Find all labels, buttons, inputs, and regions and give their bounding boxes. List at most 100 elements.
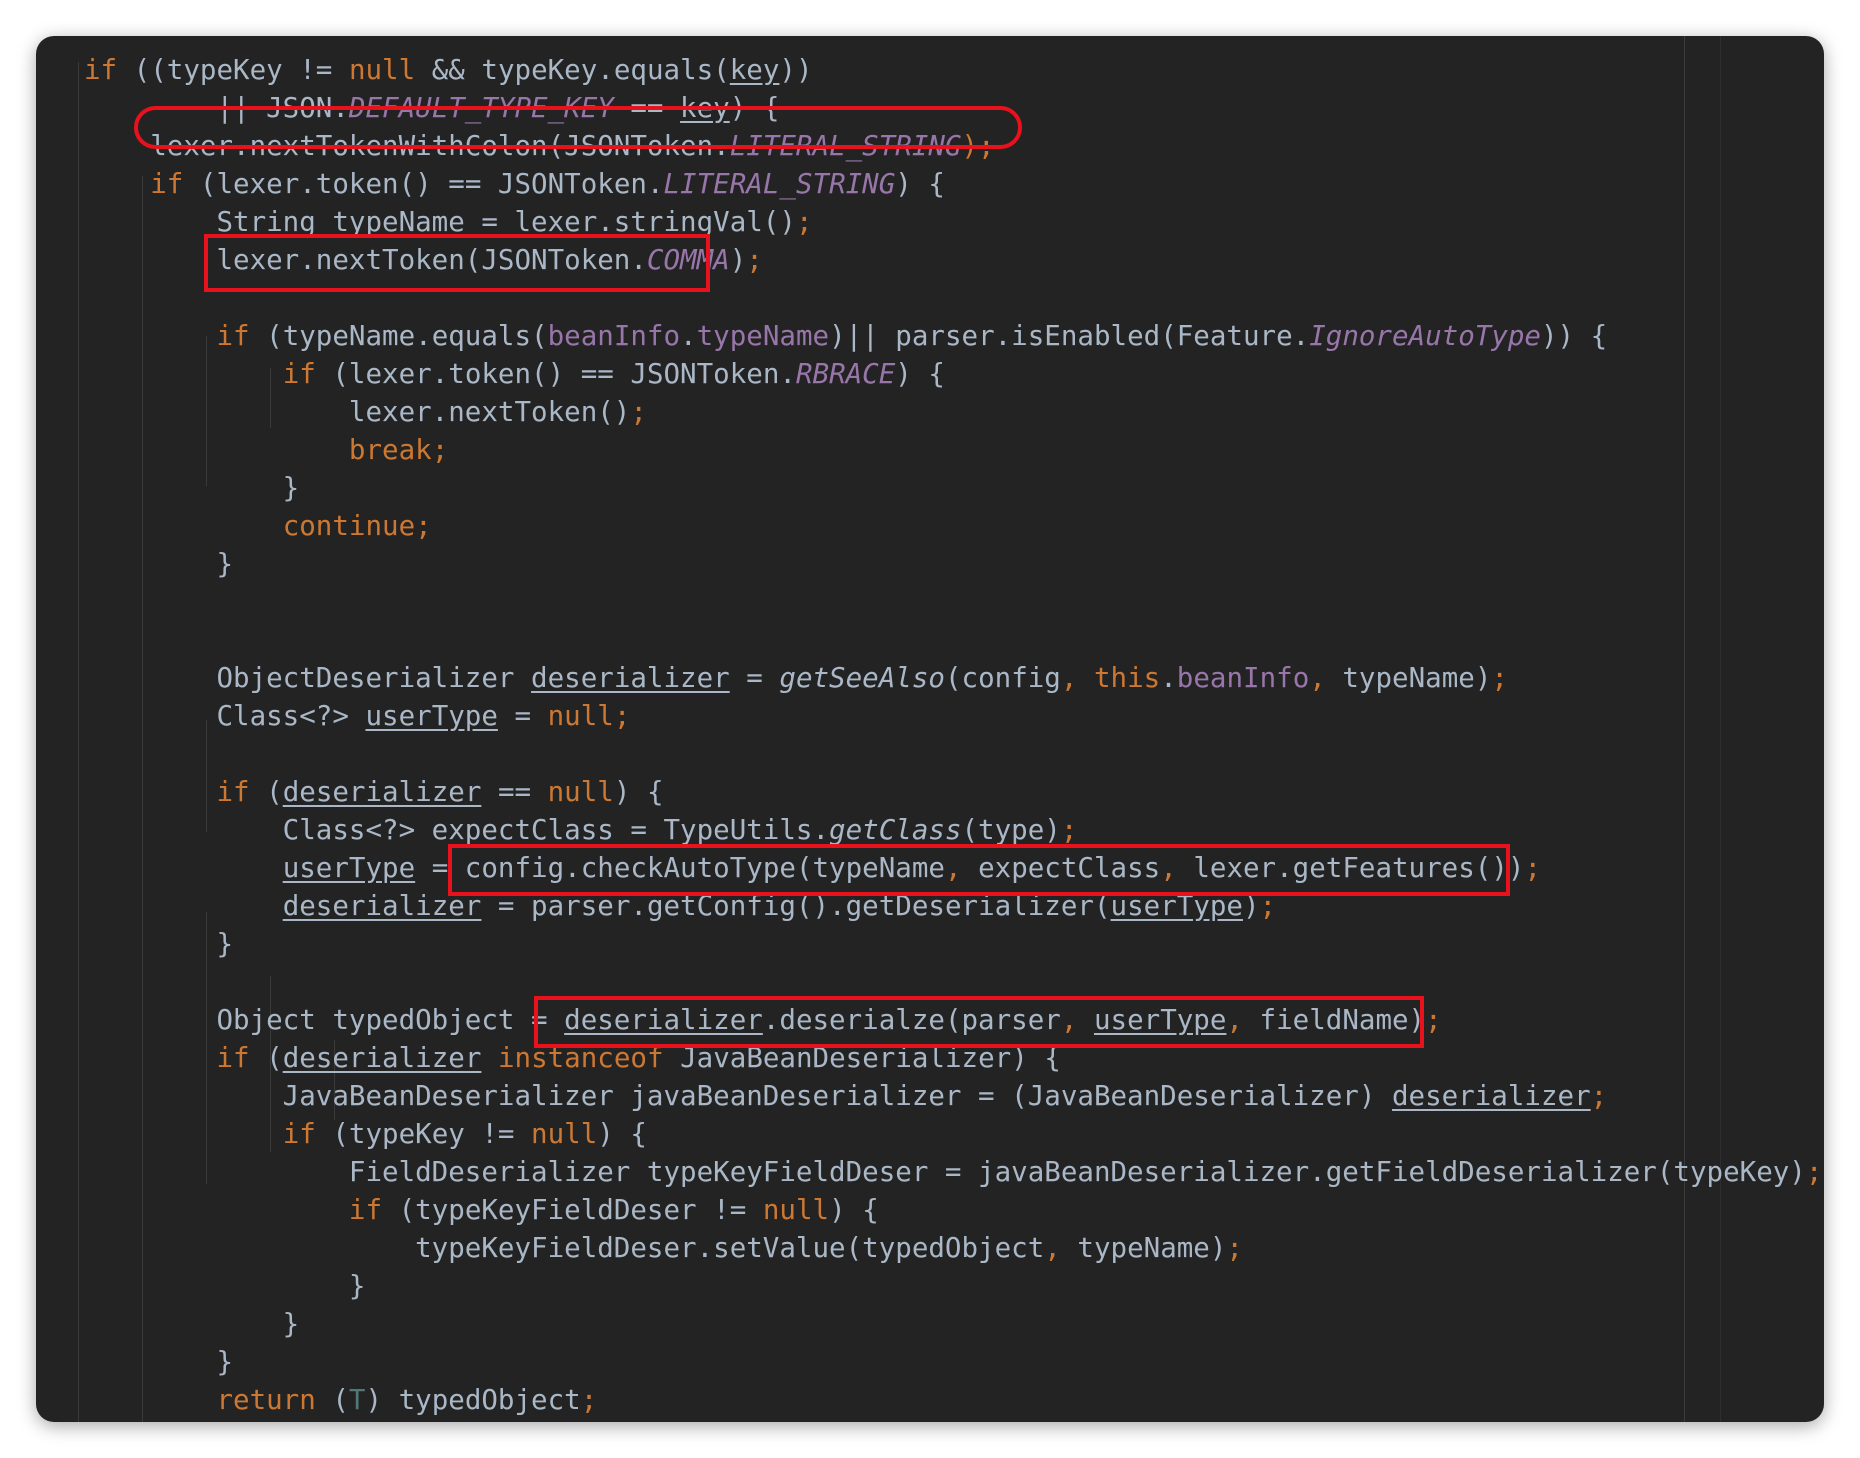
code-token: T [348,1384,366,1416]
code-line[interactable]: } [84,1267,1824,1305]
code-token: ) { [597,1118,647,1150]
code-token: key [729,54,780,86]
indent-guide [78,62,79,1422]
code-token: ); [961,130,995,162]
code-line[interactable]: if (lexer.token() == JSONToken.RBRACE) { [84,355,1824,393]
code-token: typeKeyFieldDeser.setValue(typedObject [84,1232,1045,1264]
code-line[interactable] [84,735,1824,773]
code-line[interactable] [84,279,1824,317]
code-token: ; [1060,814,1078,846]
code-line[interactable]: userType = config.checkAutoType(typeName… [84,849,1824,887]
code-token: } [84,1346,234,1378]
code-token: ) typedObject [365,1384,581,1416]
code-token: , [1044,1232,1078,1264]
code-token: ; [746,244,763,276]
code-token: } [84,548,234,580]
code-token: Class<?> [84,700,366,732]
code-line[interactable]: if (typeName.equals(beanInfo.typeName)||… [84,317,1824,355]
code-line[interactable]: lexer.nextTokenWithColon(JSONToken.LITER… [84,127,1824,165]
code-line[interactable]: ObjectDeserializer deserializer = getSee… [84,659,1824,697]
code-token: ; [630,396,647,428]
code-token: LITERAL_STRING [663,168,896,200]
code-token: fieldName) [1259,1004,1426,1036]
code-token: ( [249,1042,283,1074]
code-token: , [944,852,979,884]
code-token: } [84,472,300,504]
code-token: beanInfo [547,320,681,352]
code-token: null [348,54,416,86]
code-token: = parser.getConfig().getDeserializer( [481,890,1111,922]
code-line[interactable]: FieldDeserializer typeKeyFieldDeser = ja… [84,1153,1824,1191]
code-line[interactable]: if (lexer.token() == JSONToken.LITERAL_S… [84,165,1824,203]
code-line[interactable]: } [84,1305,1824,1343]
code-token: JavaBeanDeserializer) { [663,1042,1061,1074]
code-token: if [150,168,184,200]
code-token: ( [315,1384,349,1416]
code-token: deserializer [531,662,730,694]
code-line[interactable]: } [84,469,1824,507]
code-line[interactable]: Object typedObject = deserializer.deseri… [84,1001,1824,1039]
code-line[interactable]: if (deserializer instanceof JavaBeanDese… [84,1039,1824,1077]
code-token: ) { [895,358,945,390]
code-token: expectClass [978,852,1161,884]
code-token: = [729,662,780,694]
code-line[interactable]: Class<?> expectClass = TypeUtils.getClas… [84,811,1824,849]
code-line[interactable]: if ((typeKey != null && typeKey.equals(k… [84,51,1824,89]
code-line[interactable]: || JSON.DEFAULT_TYPE_KEY == key) { [84,89,1824,127]
code-token: ; [1590,1080,1608,1112]
code-line[interactable] [84,963,1824,1001]
code-line[interactable]: return (T) typedObject; [84,1381,1824,1419]
code-token: typeName [696,320,830,352]
code-area[interactable]: if ((typeKey != null && typeKey.equals(k… [84,51,1824,1419]
code-line[interactable]: String typeName = lexer.stringVal(); [84,203,1824,241]
code-token: break; [348,434,449,466]
code-token: ; [1491,662,1508,694]
code-token: FieldDeserializer typeKeyFieldDeser = ja… [84,1156,1806,1188]
code-token: && typeKey.equals( [415,54,730,86]
code-line[interactable]: } [84,545,1824,583]
code-token: } [84,1308,300,1340]
code-token: DEFAULT_TYPE_KEY [348,92,614,124]
code-token: (config [944,662,1061,694]
code-line[interactable]: typeKeyFieldDeser.setValue(typedObject, … [84,1229,1824,1267]
code-token: ObjectDeserializer [84,662,532,694]
code-line[interactable]: lexer.nextToken(JSONToken.COMMA); [84,241,1824,279]
code-line[interactable]: if (deserializer == null) { [84,773,1824,811]
code-line[interactable]: JavaBeanDeserializer javaBeanDeserialize… [84,1077,1824,1115]
code-token: )) { [1541,320,1608,352]
code-token: ) [729,244,747,276]
code-line[interactable]: continue; [84,507,1824,545]
code-token: if [216,776,250,808]
code-token: ) [1242,890,1260,922]
code-line[interactable]: break; [84,431,1824,469]
code-line[interactable] [84,583,1824,621]
code-token: if [216,1042,250,1074]
code-token: ) { [895,168,945,200]
code-token: deserializer [564,1004,763,1036]
code-token: Object typedObject = [84,1004,565,1036]
code-token: null; [547,700,631,732]
code-token: deserializer [282,1042,482,1074]
code-token: LITERAL_STRING [729,130,962,162]
code-token: ; [580,1384,598,1416]
code-token: typeName) [1342,662,1492,694]
code-token: , [1060,662,1094,694]
code-line[interactable]: lexer.nextToken(); [84,393,1824,431]
code-token: ; [1805,1156,1823,1188]
code-line[interactable]: deserializer = parser.getConfig().getDes… [84,887,1824,925]
code-line[interactable]: } [84,1343,1824,1381]
code-line[interactable]: } [84,925,1824,963]
code-line[interactable] [84,621,1824,659]
code-token: instanceof [497,1042,664,1074]
code-token: RBRACE [795,358,896,390]
code-token: ; [1524,852,1542,884]
code-token: , [1226,1004,1260,1036]
code-line[interactable]: Class<?> userType = null; [84,697,1824,735]
code-line[interactable]: if (typeKey != null) { [84,1115,1824,1153]
code-token: beanInfo [1176,662,1310,694]
code-line[interactable]: if (typeKeyFieldDeser != null) { [84,1191,1824,1229]
